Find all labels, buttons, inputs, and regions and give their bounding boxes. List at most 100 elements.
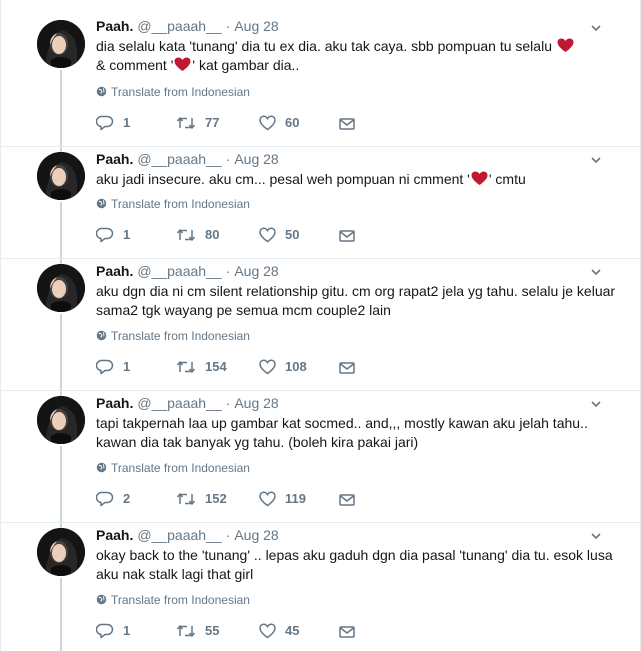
chevron-down-icon[interactable] xyxy=(590,154,602,166)
heart-icon xyxy=(259,115,276,131)
author-handle[interactable]: @__paaah__ xyxy=(137,151,221,167)
tweet-text-part: tapi takpernah laa up gambar kat socmed.… xyxy=(96,415,588,450)
red-heart-emoji-icon xyxy=(174,57,191,71)
like-button[interactable]: 45 xyxy=(259,621,299,641)
retweet-button[interactable]: 154 xyxy=(176,357,227,377)
chevron-down-icon[interactable] xyxy=(590,266,602,278)
reply-icon xyxy=(96,359,114,375)
direct-message-button[interactable] xyxy=(339,225,355,245)
reply-button[interactable]: 2 xyxy=(96,489,130,509)
retweet-button[interactable]: 152 xyxy=(176,489,227,509)
reply-icon xyxy=(96,227,114,243)
retweet-count: 80 xyxy=(205,227,220,242)
tweet[interactable]: Paah. @__paaah__ · Aug 28 aku jadi insecure… xyxy=(1,146,641,258)
tweet-date[interactable]: Aug 28 xyxy=(234,263,278,279)
tweet-actions: 1 80 50 xyxy=(96,225,396,245)
translate-link[interactable]: Translate from Indonesian xyxy=(96,592,250,608)
like-count: 45 xyxy=(285,623,300,638)
author-name[interactable]: Paah. xyxy=(96,263,133,279)
like-button[interactable]: 119 xyxy=(259,489,306,509)
author-name[interactable]: Paah. xyxy=(96,395,133,411)
like-count: 119 xyxy=(285,491,306,506)
retweet-button[interactable]: 80 xyxy=(176,225,219,245)
tweet-text-part: & comment ' xyxy=(96,57,174,73)
retweet-icon xyxy=(176,117,196,129)
heart-icon xyxy=(259,491,276,507)
separator-dot: · xyxy=(225,395,231,411)
tweet-date[interactable]: Aug 28 xyxy=(234,18,278,34)
author-name[interactable]: Paah. xyxy=(96,527,133,543)
tweet[interactable]: Paah. @__paaah__ · Aug 28 tapi takpernah la… xyxy=(1,390,641,522)
tweet-text: tapi takpernah laa up gambar kat socmed.… xyxy=(96,414,616,452)
tweet-header: Paah. @__paaah__ · Aug 28 xyxy=(96,262,279,280)
translate-link[interactable]: Translate from Indonesian xyxy=(96,460,250,476)
author-name[interactable]: Paah. xyxy=(96,18,133,34)
tweet-text-part: aku jadi insecure. aku cm... pesal weh p… xyxy=(96,171,470,187)
translate-label: Translate from Indonesian xyxy=(111,85,250,99)
tweet-header: Paah. @__paaah__ · Aug 28 xyxy=(96,150,279,168)
heart-icon xyxy=(259,623,276,639)
avatar[interactable] xyxy=(37,20,85,68)
like-count: 108 xyxy=(285,359,307,374)
tweet-date[interactable]: Aug 28 xyxy=(234,151,278,167)
like-button[interactable]: 50 xyxy=(259,225,299,245)
author-handle[interactable]: @__paaah__ xyxy=(137,18,221,34)
translate-label: Translate from Indonesian xyxy=(111,329,250,343)
author-handle[interactable]: @__paaah__ xyxy=(137,395,221,411)
tweet-text-part: ' cmtu xyxy=(488,171,526,187)
globe-icon xyxy=(96,462,107,473)
tweet-actions: 1 154 108 xyxy=(96,357,396,377)
envelope-icon xyxy=(339,494,355,506)
reply-button[interactable]: 1 xyxy=(96,621,130,641)
translate-link[interactable]: Translate from Indonesian xyxy=(96,84,250,100)
author-handle[interactable]: @__paaah__ xyxy=(137,527,221,543)
like-count: 50 xyxy=(285,227,300,242)
tweet-actions: 2 152 119 xyxy=(96,489,396,509)
chevron-down-icon[interactable] xyxy=(590,22,602,34)
tweet-header: Paah. @__paaah__ · Aug 28 xyxy=(96,394,279,412)
reply-button[interactable]: 1 xyxy=(96,113,130,133)
retweet-button[interactable]: 55 xyxy=(176,621,219,641)
globe-icon xyxy=(96,330,107,341)
reply-button[interactable]: 1 xyxy=(96,357,130,377)
direct-message-button[interactable] xyxy=(339,489,355,509)
red-heart-emoji-icon xyxy=(471,171,488,185)
retweet-icon xyxy=(176,229,196,241)
tweet-text: dia selalu kata 'tunang' dia tu ex dia. … xyxy=(96,37,616,75)
chevron-down-icon[interactable] xyxy=(590,530,602,542)
retweet-count: 152 xyxy=(205,491,227,506)
author-handle[interactable]: @__paaah__ xyxy=(137,263,221,279)
translate-link[interactable]: Translate from Indonesian xyxy=(96,196,250,212)
tweet-date[interactable]: Aug 28 xyxy=(234,395,278,411)
like-count: 60 xyxy=(285,115,300,130)
translate-label: Translate from Indonesian xyxy=(111,197,250,211)
direct-message-button[interactable] xyxy=(339,621,355,641)
reply-count: 1 xyxy=(123,227,131,242)
avatar[interactable] xyxy=(37,396,85,444)
envelope-icon xyxy=(339,626,355,638)
tweet-actions: 1 55 45 xyxy=(96,621,396,641)
author-name[interactable]: Paah. xyxy=(96,151,133,167)
retweet-icon xyxy=(176,493,196,505)
reply-button[interactable]: 1 xyxy=(96,225,130,245)
like-button[interactable]: 108 xyxy=(259,357,307,377)
like-button[interactable]: 60 xyxy=(259,113,299,133)
retweet-icon xyxy=(176,625,196,637)
tweet-header: Paah. @__paaah__ · Aug 28 xyxy=(96,526,279,544)
retweet-button[interactable]: 77 xyxy=(176,113,219,133)
translate-link[interactable]: Translate from Indonesian xyxy=(96,328,250,344)
envelope-icon xyxy=(339,362,355,374)
tweet-thread: Paah. @__paaah__ · Aug 28 dia selalu kata '… xyxy=(0,0,641,651)
avatar[interactable] xyxy=(37,152,85,200)
tweet[interactable]: Paah. @__paaah__ · Aug 28 dia selalu kata '… xyxy=(1,0,641,146)
avatar[interactable] xyxy=(37,528,85,576)
avatar[interactable] xyxy=(37,264,85,312)
tweet[interactable]: Paah. @__paaah__ · Aug 28 okay back to the … xyxy=(1,522,641,651)
direct-message-button[interactable] xyxy=(339,357,355,377)
chevron-down-icon[interactable] xyxy=(590,398,602,410)
separator-dot: · xyxy=(225,527,231,543)
tweet-text-part: okay back to the 'tunang' .. lepas aku g… xyxy=(96,547,613,582)
direct-message-button[interactable] xyxy=(339,113,355,133)
tweet[interactable]: Paah. @__paaah__ · Aug 28 aku dgn dia ni cm… xyxy=(1,258,641,390)
tweet-date[interactable]: Aug 28 xyxy=(234,527,278,543)
